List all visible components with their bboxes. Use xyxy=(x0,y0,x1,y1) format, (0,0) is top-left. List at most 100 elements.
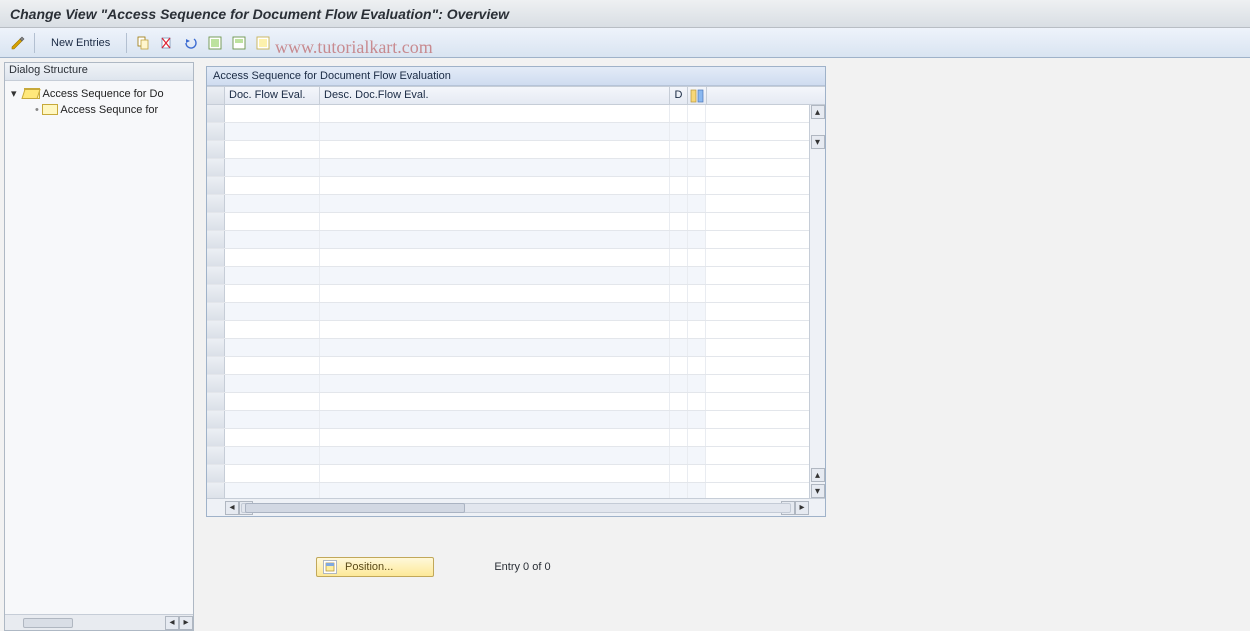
cell-desc[interactable] xyxy=(320,195,670,212)
scroll-down-pg-button[interactable]: ▾ xyxy=(811,135,825,149)
cell-d[interactable] xyxy=(670,465,688,482)
row-selector[interactable] xyxy=(207,393,225,410)
cell-doc-flow-eval[interactable] xyxy=(225,177,320,194)
new-entries-button[interactable]: New Entries xyxy=(41,33,120,53)
cell-d[interactable] xyxy=(670,159,688,176)
grid-hscrollbar[interactable]: ◂ ▸ ◂ ▸ xyxy=(207,498,825,516)
row-selector[interactable] xyxy=(207,303,225,320)
cell-doc-flow-eval[interactable] xyxy=(225,285,320,302)
position-button[interactable]: Position... xyxy=(316,557,434,577)
cell-d[interactable] xyxy=(670,483,688,498)
cell-desc[interactable] xyxy=(320,303,670,320)
cell-doc-flow-eval[interactable] xyxy=(225,105,320,122)
cell-doc-flow-eval[interactable] xyxy=(225,339,320,356)
cell-desc[interactable] xyxy=(320,177,670,194)
row-selector[interactable] xyxy=(207,357,225,374)
cell-d[interactable] xyxy=(670,141,688,158)
scroll-left-button[interactable]: ◂ xyxy=(225,501,239,515)
cell-d[interactable] xyxy=(670,411,688,428)
select-block-button[interactable] xyxy=(229,33,249,53)
cell-desc[interactable] xyxy=(320,249,670,266)
cell-d[interactable] xyxy=(670,375,688,392)
grid-vscrollbar[interactable]: ▴ ▾ ▴ ▾ xyxy=(809,105,825,498)
row-selector[interactable] xyxy=(207,483,225,498)
cell-desc[interactable] xyxy=(320,141,670,158)
cell-doc-flow-eval[interactable] xyxy=(225,267,320,284)
cell-d[interactable] xyxy=(670,357,688,374)
row-selector[interactable] xyxy=(207,465,225,482)
cell-doc-flow-eval[interactable] xyxy=(225,123,320,140)
scroll-left-button[interactable]: ◂ xyxy=(165,616,179,630)
row-selector[interactable] xyxy=(207,123,225,140)
row-selector[interactable] xyxy=(207,159,225,176)
row-selector[interactable] xyxy=(207,267,225,284)
cell-desc[interactable] xyxy=(320,105,670,122)
cell-doc-flow-eval[interactable] xyxy=(225,393,320,410)
sidebar-hscrollbar[interactable]: ◂ ▸ xyxy=(5,614,193,630)
row-selector[interactable] xyxy=(207,447,225,464)
hscroll-thumb[interactable] xyxy=(245,503,465,513)
scroll-up-button[interactable]: ▴ xyxy=(811,105,825,119)
cell-desc[interactable] xyxy=(320,447,670,464)
undo-button[interactable] xyxy=(181,33,201,53)
row-selector[interactable] xyxy=(207,195,225,212)
cell-d[interactable] xyxy=(670,231,688,248)
cell-d[interactable] xyxy=(670,267,688,284)
row-selector[interactable] xyxy=(207,411,225,428)
row-selector[interactable] xyxy=(207,141,225,158)
cell-desc[interactable] xyxy=(320,159,670,176)
scroll-right-button[interactable]: ▸ xyxy=(179,616,193,630)
cell-desc[interactable] xyxy=(320,285,670,302)
scroll-down-button[interactable]: ▾ xyxy=(811,484,825,498)
cell-d[interactable] xyxy=(670,177,688,194)
scrollbar-thumb[interactable] xyxy=(23,618,73,628)
cell-desc[interactable] xyxy=(320,213,670,230)
cell-doc-flow-eval[interactable] xyxy=(225,483,320,498)
cell-d[interactable] xyxy=(670,249,688,266)
cell-doc-flow-eval[interactable] xyxy=(225,429,320,446)
cell-desc[interactable] xyxy=(320,483,670,498)
select-all-button[interactable] xyxy=(205,33,225,53)
cell-desc[interactable] xyxy=(320,429,670,446)
scroll-up-pg-button[interactable]: ▴ xyxy=(811,468,825,482)
column-header-desc[interactable]: Desc. Doc.Flow Eval. xyxy=(320,87,670,104)
cell-d[interactable] xyxy=(670,213,688,230)
cell-d[interactable] xyxy=(670,195,688,212)
cell-desc[interactable] xyxy=(320,393,670,410)
row-selector[interactable] xyxy=(207,249,225,266)
cell-desc[interactable] xyxy=(320,339,670,356)
delete-button[interactable] xyxy=(157,33,177,53)
row-selector[interactable] xyxy=(207,321,225,338)
cell-doc-flow-eval[interactable] xyxy=(225,375,320,392)
cell-desc[interactable] xyxy=(320,321,670,338)
cell-d[interactable] xyxy=(670,285,688,302)
scroll-right-button[interactable]: ▸ xyxy=(795,501,809,515)
cell-desc[interactable] xyxy=(320,231,670,248)
row-selector[interactable] xyxy=(207,231,225,248)
cell-doc-flow-eval[interactable] xyxy=(225,159,320,176)
display-change-button[interactable] xyxy=(8,33,28,53)
tree-item-child[interactable]: • Access Sequnce for xyxy=(7,101,191,117)
cell-desc[interactable] xyxy=(320,267,670,284)
column-header-d[interactable]: D xyxy=(670,87,688,104)
cell-doc-flow-eval[interactable] xyxy=(225,321,320,338)
tree-item-root[interactable]: ▾ Access Sequence for Do xyxy=(7,85,191,101)
configure-columns-button[interactable] xyxy=(688,87,706,104)
cell-doc-flow-eval[interactable] xyxy=(225,465,320,482)
cell-doc-flow-eval[interactable] xyxy=(225,231,320,248)
select-all-row-button[interactable] xyxy=(207,87,225,104)
deselect-all-button[interactable] xyxy=(253,33,273,53)
cell-desc[interactable] xyxy=(320,375,670,392)
cell-desc[interactable] xyxy=(320,357,670,374)
cell-doc-flow-eval[interactable] xyxy=(225,195,320,212)
row-selector[interactable] xyxy=(207,177,225,194)
row-selector[interactable] xyxy=(207,105,225,122)
cell-d[interactable] xyxy=(670,321,688,338)
cell-d[interactable] xyxy=(670,339,688,356)
cell-doc-flow-eval[interactable] xyxy=(225,213,320,230)
collapse-icon[interactable]: ▾ xyxy=(11,87,21,100)
copy-as-button[interactable] xyxy=(133,33,153,53)
cell-doc-flow-eval[interactable] xyxy=(225,447,320,464)
row-selector[interactable] xyxy=(207,375,225,392)
cell-desc[interactable] xyxy=(320,411,670,428)
